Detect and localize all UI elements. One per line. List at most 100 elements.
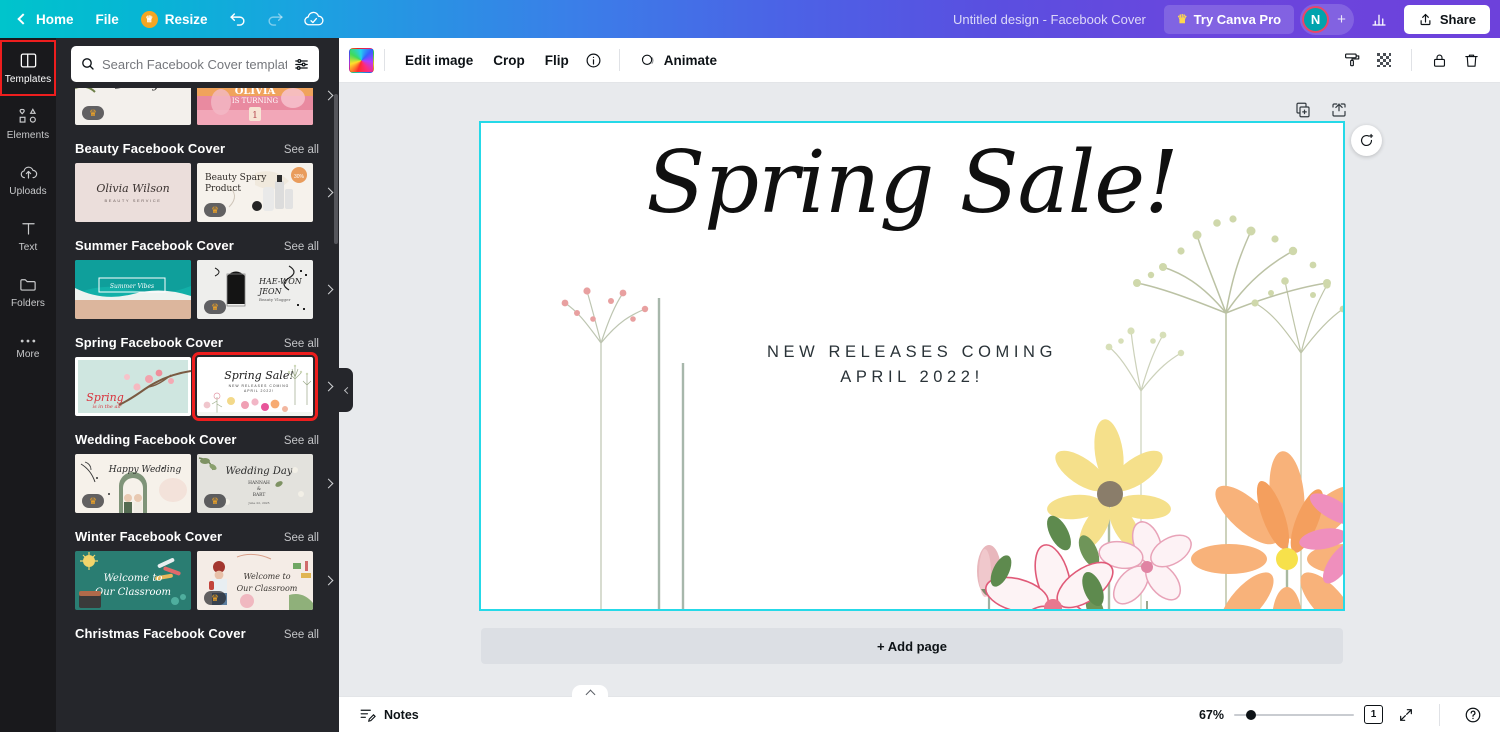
section-title: Spring Facebook Cover [75, 335, 224, 350]
zoom-slider-knob[interactable] [1246, 709, 1256, 720]
svg-text:APRIL 2022!: APRIL 2022! [244, 389, 274, 393]
fullscreen-button[interactable] [1393, 702, 1419, 728]
add-comment-button[interactable] [1351, 125, 1382, 156]
svg-text:Birthday: Birthday [106, 88, 160, 91]
template-thumb-olivia-is-turning-one[interactable]: OLIVIA IS TURNING 1 [197, 88, 313, 125]
panel-collapse-button[interactable] [339, 368, 353, 412]
pro-crown-badge: ♛ [204, 591, 226, 605]
template-thumb-wedding-day[interactable]: Wedding Day HANNAH & BART June 22, 2025 [197, 454, 313, 513]
sidebar-item-text[interactable]: Text [0, 208, 56, 264]
duplicate-page-icon[interactable] [1294, 101, 1312, 119]
collapse-panel-button[interactable] [572, 685, 608, 701]
invite-members-button[interactable]: + [1337, 11, 1346, 28]
account-avatar-group[interactable]: N + [1300, 3, 1354, 35]
design-canvas-page[interactable]: Spring Sale! NEW RELEASES COMING APRIL 2… [479, 121, 1345, 611]
image-color-swatch[interactable] [349, 47, 374, 73]
sidebar-item-more[interactable]: More [0, 320, 56, 376]
search-input[interactable] [96, 56, 293, 72]
section-header: Winter Facebook Cover See all [56, 517, 339, 551]
sidebar-item-label: Uploads [9, 186, 47, 197]
template-thumb-olivia-wilson-beauty[interactable]: Olivia Wilson BEAUTY SERVICE [75, 163, 191, 222]
svg-text:NEW RELEASES COMING: NEW RELEASES COMING [229, 384, 290, 388]
template-search-bar[interactable] [71, 46, 319, 82]
template-thumb-happy-wedding[interactable]: Happy Wedding ♛ [75, 454, 191, 513]
edit-image-button[interactable]: Edit image [395, 46, 483, 75]
style-copy-icon[interactable] [1337, 45, 1367, 75]
template-row-next-button[interactable] [319, 471, 337, 497]
bar-chart-icon[interactable] [1362, 4, 1396, 34]
home-button[interactable]: Home [8, 6, 85, 33]
see-all-link[interactable]: See all [284, 241, 319, 253]
help-button[interactable] [1460, 702, 1486, 728]
crop-button[interactable]: Crop [483, 46, 535, 75]
template-row-next-button[interactable] [319, 374, 337, 400]
template-thumb-birthday-wreath[interactable]: Birthday ♛ [75, 88, 191, 125]
transparency-icon[interactable] [1369, 45, 1399, 75]
document-title[interactable]: Untitled design - Facebook Cover [941, 7, 1158, 32]
home-label: Home [36, 11, 74, 27]
toolbar-divider [1411, 49, 1412, 71]
svg-text:Welcome to: Welcome to [104, 573, 163, 584]
share-button[interactable]: Share [1403, 4, 1490, 34]
sidebar-item-uploads[interactable]: Uploads [0, 152, 56, 208]
pro-crown-badge: ♛ [82, 494, 104, 508]
undo-button[interactable] [221, 4, 255, 34]
template-thumb-welcome-classroom-green[interactable]: Welcome to Our Classroom [75, 551, 191, 610]
editor-toolbar-right-group [1337, 45, 1486, 75]
template-section-summer: Summer Facebook Cover See all Summer Vib… [56, 226, 339, 319]
template-row-next-button[interactable] [319, 277, 337, 303]
template-thumb-spring-sale[interactable]: Spring Sale! NEW RELEASES COMING APRIL 2… [192, 352, 318, 421]
see-all-link[interactable]: See all [284, 532, 319, 544]
add-page-label: + Add page [877, 638, 947, 654]
lock-icon[interactable] [1424, 45, 1454, 75]
template-thumb-beauty-spray-product[interactable]: Beauty Spary Product 30% ♛ [197, 163, 313, 222]
add-page-button[interactable]: + Add page [481, 628, 1343, 664]
template-thumb-welcome-classroom-pink[interactable]: Welcome to Our Classroom ♛ [197, 551, 313, 610]
filter-sliders-icon[interactable] [293, 56, 310, 73]
templates-scroll-area[interactable]: Birthday ♛ [56, 88, 339, 732]
try-canva-pro-button[interactable]: ♛ Try Canva Pro [1163, 4, 1295, 34]
zoom-slider[interactable] [1234, 708, 1354, 722]
template-row: Spring is in the air Spring Sale! NEW RE… [56, 352, 339, 421]
sidebar-item-label: Templates [4, 74, 52, 85]
panel-scrollbar-thumb[interactable] [334, 94, 338, 244]
section-header: Beauty Facebook Cover See all [56, 129, 339, 163]
svg-text:HAE-WON: HAE-WON [258, 277, 303, 286]
template-row-next-button[interactable] [319, 568, 337, 594]
pro-crown-badge: ♛ [204, 494, 226, 508]
template-section-wedding: Wedding Facebook Cover See all Happy Wed… [56, 420, 339, 513]
top-header-bar: Home File ♕ Resize Untitled design - Fac… [0, 0, 1500, 38]
see-all-link[interactable]: See all [284, 144, 319, 156]
template-thumb-spring-is-in-the-air[interactable]: Spring is in the air [75, 357, 191, 416]
sidebar-item-label: More [16, 348, 40, 360]
svg-text:Spring: Spring [86, 391, 123, 404]
svg-text:Summer Vibes: Summer Vibes [110, 283, 154, 290]
text-icon [21, 223, 35, 235]
templates-icon [20, 53, 36, 68]
redo-button[interactable] [259, 4, 293, 34]
cloud-saved-button[interactable] [297, 4, 331, 34]
page-number-indicator[interactable]: 1 [1364, 705, 1383, 724]
left-sidebar-rail: Templates Elements Uploads Text Folders … [0, 38, 56, 732]
delete-trash-icon[interactable] [1456, 45, 1486, 75]
notes-button[interactable]: Notes [351, 701, 427, 728]
template-thumb-hae-won-jeon[interactable]: HAE-WON JEON Beauty Vlogger ♛ [197, 260, 313, 319]
see-all-link[interactable]: See all [284, 629, 319, 641]
uploads-icon [20, 166, 37, 179]
avatar[interactable]: N [1302, 5, 1330, 33]
add-page-icon[interactable] [1330, 101, 1348, 119]
pro-label: Try Canva Pro [1193, 11, 1282, 27]
folders-icon [20, 279, 36, 291]
sidebar-item-folders[interactable]: Folders [0, 264, 56, 320]
sidebar-item-elements[interactable]: Elements [0, 96, 56, 152]
see-all-link[interactable]: See all [284, 338, 319, 350]
see-all-link[interactable]: See all [284, 435, 319, 447]
resize-button[interactable]: ♕ Resize [130, 5, 219, 34]
flip-button[interactable]: Flip [535, 46, 579, 75]
template-thumb-beach-wave-summer[interactable]: Summer Vibes [75, 260, 191, 319]
file-menu-button[interactable]: File [85, 6, 130, 33]
animate-button[interactable]: Animate [630, 46, 727, 75]
section-header: Spring Facebook Cover See all [56, 323, 339, 357]
info-circle-icon[interactable] [579, 45, 609, 75]
sidebar-item-templates[interactable]: Templates [0, 40, 56, 96]
